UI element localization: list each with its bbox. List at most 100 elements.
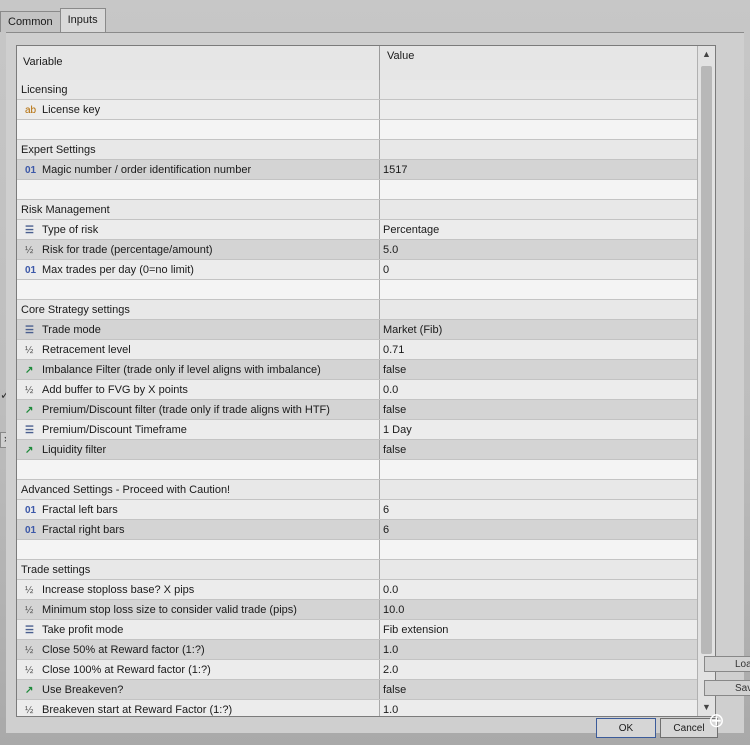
parameter-name: ↗ Imbalance Filter (trade only if level a… [25, 364, 321, 376]
parameter-value[interactable]: 1517 [383, 164, 407, 176]
parameter-row[interactable]: ab License key [17, 100, 697, 120]
row-label: Imbalance Filter (trade only if level al… [42, 364, 321, 376]
parameter-value[interactable]: false [383, 404, 406, 416]
blank-row [17, 280, 697, 300]
parameter-name: ☰ Type of risk [25, 224, 98, 236]
column-header-variable[interactable]: Variable [23, 56, 63, 68]
parameter-row[interactable]: ☰ Take profit mode Fib extension [17, 620, 697, 640]
parameter-row[interactable]: ☰ Trade mode Market (Fib) [17, 320, 697, 340]
row-label: Liquidity filter [42, 444, 107, 456]
save-button[interactable]: Save [704, 680, 750, 696]
section-row: Licensing [17, 80, 697, 100]
parameter-row[interactable]: ↗ Premium/Discount filter (trade only if … [17, 400, 697, 420]
cell-divider [379, 180, 380, 199]
inputs-panel: Variable Value Licensing ab License key Exp… [6, 32, 744, 733]
parameter-row[interactable]: ↗ Imbalance Filter (trade only if level a… [17, 360, 697, 380]
cell-divider [379, 600, 380, 619]
integer-type-icon: 01 [25, 505, 37, 516]
boolean-type-icon: ↗ [25, 405, 34, 416]
parameter-row[interactable]: ↗ Liquidity filter false [17, 440, 697, 460]
cell-divider [379, 420, 380, 439]
cell-divider [379, 680, 380, 699]
integer-type-icon: 01 [25, 165, 37, 176]
parameter-value[interactable]: Market (Fib) [383, 324, 442, 336]
ok-button[interactable]: OK [596, 718, 656, 738]
parameter-row[interactable]: ½ Minimum stop loss size to consider vali… [17, 600, 697, 620]
parameter-value[interactable]: Fib extension [383, 624, 448, 636]
grid-rows: Licensing ab License key Expert Settings 01 M… [17, 80, 697, 716]
column-divider[interactable] [379, 46, 380, 80]
row-label: Add buffer to FVG by X points [42, 384, 188, 396]
parameter-name: ½ Retracement level [25, 344, 131, 356]
parameter-row[interactable]: ½ Close 100% at Reward factor (1:?) 2.0 [17, 660, 697, 680]
parameter-row[interactable]: 01 Magic number / order identification nu… [17, 160, 697, 180]
parameter-name: ☰ Take profit mode [25, 624, 123, 636]
row-label: Fractal right bars [42, 524, 125, 536]
column-header-value[interactable]: Value [387, 50, 414, 62]
parameter-value[interactable]: 0.0 [383, 384, 398, 396]
parameter-name: 01 Magic number / order identification nu… [25, 164, 251, 176]
parameter-name: 01 Fractal right bars [25, 524, 125, 536]
cell-divider [379, 360, 380, 379]
section-row: Expert Settings [17, 140, 697, 160]
parameter-value[interactable]: 0.71 [383, 344, 404, 356]
row-label: Take profit mode [42, 624, 124, 636]
parameter-row[interactable]: ½ Add buffer to FVG by X points 0.0 [17, 380, 697, 400]
grid-header: Variable Value [17, 46, 697, 81]
parameter-row[interactable]: ½ Increase stoploss base? X pips 0.0 [17, 580, 697, 600]
row-label: Advanced Settings - Proceed with Caution… [21, 484, 231, 496]
parameter-value[interactable]: 6 [383, 524, 389, 536]
section-title: Licensing [21, 84, 67, 96]
parameter-name: ab License key [25, 104, 100, 116]
parameter-value[interactable]: false [383, 684, 406, 696]
parameter-row[interactable]: ↗ Use Breakeven? false [17, 680, 697, 700]
parameter-name: ☰ Trade mode [25, 324, 101, 336]
parameter-value[interactable]: 6 [383, 504, 389, 516]
row-label: Retracement level [42, 344, 131, 356]
parameter-value[interactable]: 0.0 [383, 584, 398, 596]
parameter-row[interactable]: 01 Fractal right bars 6 [17, 520, 697, 540]
zoom-in-icon[interactable]: ⊕ [708, 708, 725, 733]
row-label: Trade mode [42, 324, 101, 336]
parameter-value[interactable]: 10.0 [383, 604, 404, 616]
double-type-icon: ½ [25, 665, 34, 676]
parameter-value[interactable]: 1.0 [383, 644, 398, 656]
parameter-value[interactable]: false [383, 444, 406, 456]
parameter-value[interactable]: 2.0 [383, 664, 398, 676]
parameter-value[interactable]: 1 Day [383, 424, 412, 436]
cell-divider [379, 480, 380, 499]
parameter-row[interactable]: ½ Retracement level 0.71 [17, 340, 697, 360]
row-label: Magic number / order identification numb… [42, 164, 252, 176]
parameter-value[interactable]: false [383, 364, 406, 376]
double-type-icon: ½ [25, 605, 34, 616]
section-row: Risk Management [17, 200, 697, 220]
cell-divider [379, 540, 380, 559]
cell-divider [379, 160, 380, 179]
row-label: Expert Settings [21, 144, 96, 156]
parameter-row[interactable]: 01 Fractal left bars 6 [17, 500, 697, 520]
double-type-icon: ½ [25, 345, 34, 356]
parameter-name: ☰ Premium/Discount Timeframe [25, 424, 187, 436]
parameter-name: ½ Close 50% at Reward factor (1:?) [25, 644, 205, 656]
parameter-value[interactable]: Percentage [383, 224, 439, 236]
row-label: Minimum stop loss size to consider valid… [42, 604, 297, 616]
parameter-row[interactable]: 01 Max trades per day (0=no limit) 0 [17, 260, 697, 280]
parameter-name: ↗ Use Breakeven? [25, 684, 123, 696]
parameter-row[interactable]: ½ Risk for trade (percentage/amount) 5.0 [17, 240, 697, 260]
double-type-icon: ½ [25, 585, 34, 596]
parameter-row[interactable]: ☰ Premium/Discount Timeframe 1 Day [17, 420, 697, 440]
parameter-row[interactable]: ½ Close 50% at Reward factor (1:?) 1.0 [17, 640, 697, 660]
tab-common[interactable]: Common [0, 11, 61, 32]
scroll-up-icon[interactable]: ▲ [700, 48, 713, 61]
vertical-scrollbar[interactable]: ▲ ▼ [697, 46, 715, 716]
cell-divider [379, 320, 380, 339]
tab-inputs[interactable]: Inputs [59, 8, 106, 32]
cell-divider [379, 460, 380, 479]
scroll-thumb[interactable] [701, 66, 712, 654]
parameter-value[interactable]: 0 [383, 264, 389, 276]
parameter-row[interactable]: ☰ Type of risk Percentage [17, 220, 697, 240]
row-label: License key [42, 104, 101, 116]
load-button[interactable]: Loa [704, 656, 750, 672]
parameter-value[interactable]: 5.0 [383, 244, 398, 256]
parameter-name: 01 Fractal left bars [25, 504, 118, 516]
